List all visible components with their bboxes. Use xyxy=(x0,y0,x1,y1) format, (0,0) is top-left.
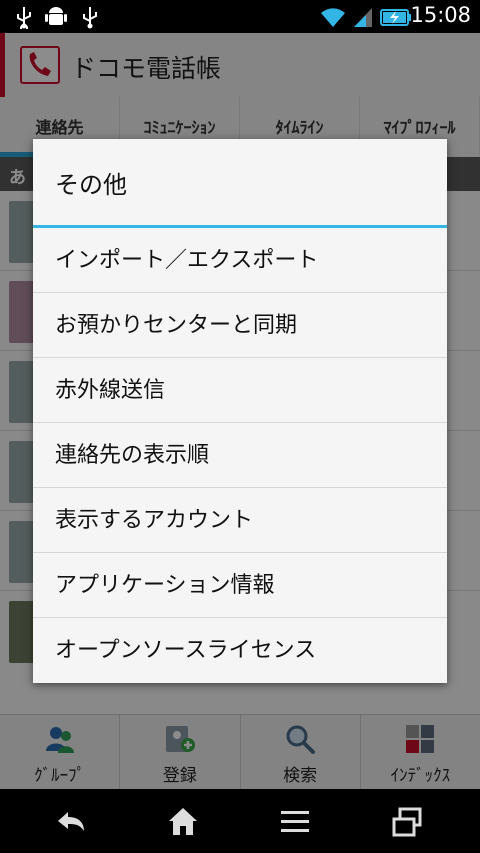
other-options-dialog: その他 インポート／エクスポート お預かりセンターと同期 赤外線送信 連絡先の表… xyxy=(33,139,447,683)
menu-item-open-source-licenses[interactable]: オープンソースライセンス xyxy=(33,618,447,683)
recent-apps-icon[interactable] xyxy=(390,805,424,839)
clock: 15:08 xyxy=(410,3,471,27)
home-icon[interactable] xyxy=(166,805,200,839)
menu-item-app-info[interactable]: アプリケーション情報 xyxy=(33,553,447,618)
android-debug-icon xyxy=(45,7,67,25)
dialog-title: その他 xyxy=(55,171,127,199)
menu-item-display-order[interactable]: 連絡先の表示順 xyxy=(33,423,447,488)
usb-icon xyxy=(17,7,31,29)
menu-icon[interactable] xyxy=(278,805,312,839)
menu-item-import-export[interactable]: インポート／エクスポート xyxy=(33,228,447,293)
wifi-icon xyxy=(321,8,345,27)
dialog-menu: インポート／エクスポート お預かりセンターと同期 赤外線送信 連絡先の表示順 表… xyxy=(33,228,447,683)
status-bar: 15:08 xyxy=(0,0,480,33)
battery-charging-icon xyxy=(380,9,411,26)
menu-item-accounts-to-display[interactable]: 表示するアカウント xyxy=(33,488,447,553)
signal-icon xyxy=(354,8,372,27)
menu-item-infrared-send[interactable]: 赤外線送信 xyxy=(33,358,447,423)
navigation-bar xyxy=(0,789,480,853)
usb-icon xyxy=(83,7,97,29)
menu-item-sync-backup-center[interactable]: お預かりセンターと同期 xyxy=(33,293,447,358)
back-icon[interactable] xyxy=(54,805,88,839)
